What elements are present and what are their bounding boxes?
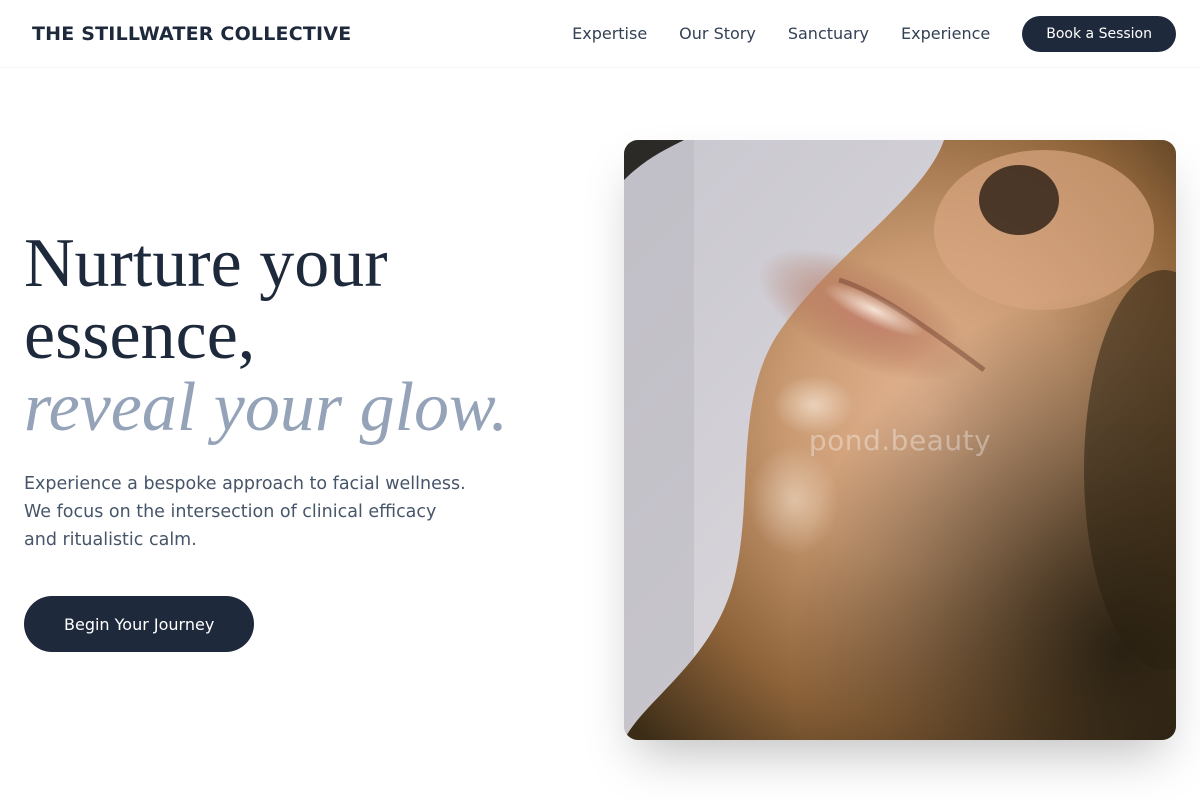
nav-link-sanctuary[interactable]: Sanctuary [788,24,869,43]
site-header: THE STILLWATER COLLECTIVE Expertise Our … [0,0,1200,68]
brand-logo[interactable]: THE STILLWATER COLLECTIVE [32,23,351,45]
image-watermark: pond.beauty [808,424,992,457]
hero-section: Nurture your essence, reveal your glow. … [24,228,584,652]
book-session-button[interactable]: Book a Session [1022,15,1176,52]
page: THE STILLWATER COLLECTIVE Expertise Our … [0,0,1200,800]
headline-accent: reveal your glow. [24,369,509,446]
main-nav: Expertise Our Story Sanctuary Experience… [572,15,1176,52]
hero-image: pond.beauty [624,140,1176,740]
headline-line-1: Nurture your [24,225,388,302]
headline-line-2: essence, [24,297,256,374]
nav-link-experience[interactable]: Experience [901,24,990,43]
hero-description: Experience a bespoke approach to facial … [24,474,466,550]
hero-headline: Nurture your essence, reveal your glow. [24,228,584,444]
nav-link-our-story[interactable]: Our Story [679,24,756,43]
nav-link-expertise[interactable]: Expertise [572,24,647,43]
begin-journey-button[interactable]: Begin Your Journey [24,596,255,652]
